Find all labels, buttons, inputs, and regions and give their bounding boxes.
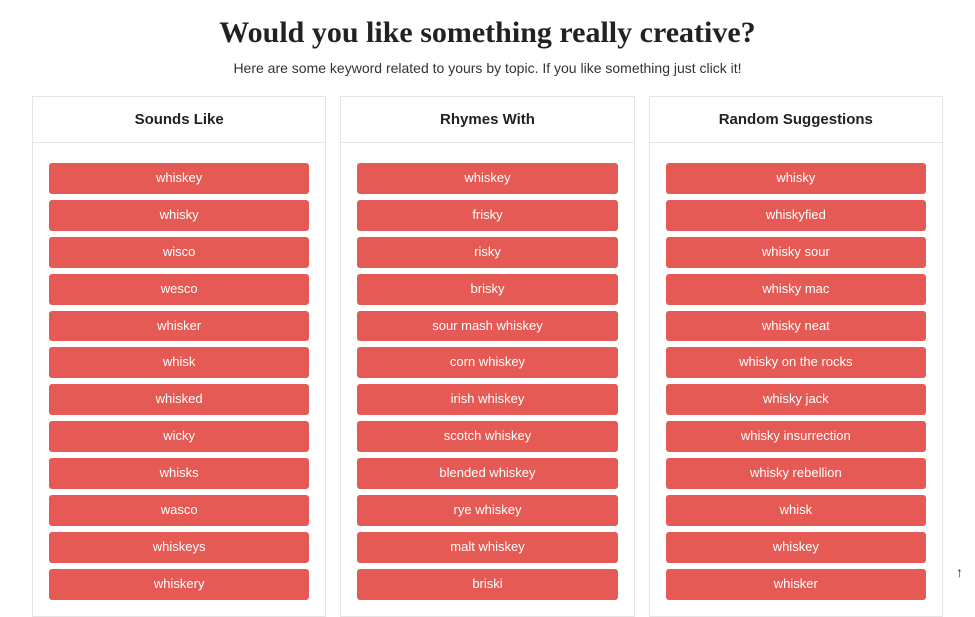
keyword-button[interactable]: corn whiskey bbox=[357, 347, 617, 378]
column-sounds-like: Sounds Likewhiskeywhiskywiscowescowhiske… bbox=[32, 96, 326, 617]
keyword-button[interactable]: whisky neat bbox=[666, 311, 926, 342]
keyword-button[interactable]: whisk bbox=[49, 347, 309, 378]
keyword-button[interactable]: whisky jack bbox=[666, 384, 926, 415]
keyword-button[interactable]: risky bbox=[357, 237, 617, 268]
scroll-to-top-button[interactable]: ↑ bbox=[956, 564, 963, 580]
keyword-button[interactable]: scotch whiskey bbox=[357, 421, 617, 452]
page-subtitle: Here are some keyword related to yours b… bbox=[0, 60, 975, 76]
keyword-button[interactable]: wicky bbox=[49, 421, 309, 452]
keyword-button[interactable]: sour mash whiskey bbox=[357, 311, 617, 342]
keyword-button[interactable]: whisker bbox=[49, 311, 309, 342]
column-title: Sounds Like bbox=[33, 97, 325, 143]
keyword-button[interactable]: malt whiskey bbox=[357, 532, 617, 563]
keyword-button[interactable]: blended whiskey bbox=[357, 458, 617, 489]
keyword-button[interactable]: whiskyfied bbox=[666, 200, 926, 231]
keyword-button[interactable]: whisky sour bbox=[666, 237, 926, 268]
keyword-button[interactable]: whiskery bbox=[49, 569, 309, 600]
keyword-button[interactable]: whisked bbox=[49, 384, 309, 415]
column-title: Random Suggestions bbox=[650, 97, 942, 143]
keyword-button[interactable]: whisky bbox=[49, 200, 309, 231]
items-list: whiskey whisky wisco wesco whisker whisk whisk… bbox=[33, 143, 325, 616]
items-list: whiskey frisky risky brisky sour mash whiske… bbox=[341, 143, 633, 616]
keyword-button[interactable]: whiskeys bbox=[49, 532, 309, 563]
keyword-button[interactable]: briski bbox=[357, 569, 617, 600]
keyword-button[interactable]: frisky bbox=[357, 200, 617, 231]
keyword-button[interactable]: whisky rebellion bbox=[666, 458, 926, 489]
keyword-button[interactable]: whisky insurrection bbox=[666, 421, 926, 452]
column-title: Rhymes With bbox=[341, 97, 633, 143]
keyword-button[interactable]: whisks bbox=[49, 458, 309, 489]
keyword-button[interactable]: whiskey bbox=[357, 163, 617, 194]
keyword-button[interactable]: irish whiskey bbox=[357, 384, 617, 415]
keyword-button[interactable]: wasco bbox=[49, 495, 309, 526]
arrow-up-icon: ↑ bbox=[956, 564, 963, 580]
keyword-button[interactable]: whiskey bbox=[49, 163, 309, 194]
keyword-button[interactable]: wisco bbox=[49, 237, 309, 268]
page-header: Would you like something really creative… bbox=[0, 0, 975, 92]
keyword-button[interactable]: whisky mac bbox=[666, 274, 926, 305]
keyword-button[interactable]: rye whiskey bbox=[357, 495, 617, 526]
keyword-button[interactable]: whisky on the rocks bbox=[666, 347, 926, 378]
page-title: Would you like something really creative… bbox=[0, 16, 975, 50]
keyword-button[interactable]: whisker bbox=[666, 569, 926, 600]
keyword-button[interactable]: brisky bbox=[357, 274, 617, 305]
column-random-suggestions: Random Suggestionswhiskywhiskyfiedwhisky… bbox=[649, 96, 943, 617]
columns-container: Sounds Likewhiskeywhiskywiscowescowhiske… bbox=[0, 96, 975, 617]
keyword-button[interactable]: whisky bbox=[666, 163, 926, 194]
items-list: whisky whiskyfied whisky sour whisky mac whi… bbox=[650, 143, 942, 616]
column-rhymes-with: Rhymes With whiskey frisky risky brisky sour … bbox=[340, 96, 634, 617]
keyword-button[interactable]: whiskey bbox=[666, 532, 926, 563]
keyword-button[interactable]: wesco bbox=[49, 274, 309, 305]
keyword-button[interactable]: whisk bbox=[666, 495, 926, 526]
